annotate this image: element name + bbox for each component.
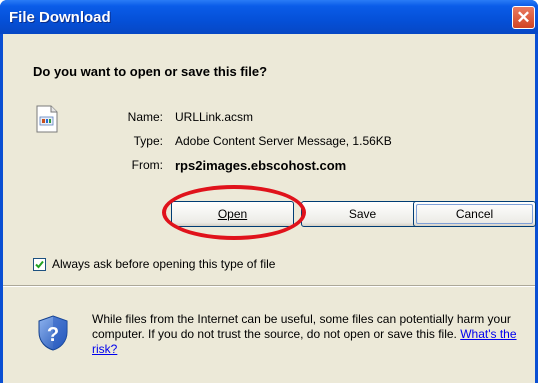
svg-text:?: ? [47, 324, 59, 346]
dialog-body: Do you want to open or save this file? N… [3, 34, 536, 383]
save-button[interactable]: Save [301, 201, 424, 227]
file-name-value: URLLink.acsm [175, 110, 254, 124]
close-button[interactable]: ✕ [512, 6, 535, 29]
save-button-label: Save [348, 207, 377, 221]
file-type-value: Adobe Content Server Message, 1.56KB [175, 134, 392, 148]
cancel-focus-border: Cancel [416, 204, 533, 224]
cancel-button[interactable]: Cancel [413, 201, 536, 227]
title-bar[interactable]: File Download ✕ [0, 0, 538, 34]
checkmark-icon [35, 260, 44, 269]
highlight-circle-annotation [162, 185, 306, 240]
file-icon [36, 105, 58, 133]
always-ask-checkbox[interactable] [33, 258, 46, 271]
window-title: File Download [9, 9, 111, 26]
security-warning: While files from the Internet can be use… [92, 312, 532, 357]
dialog-question: Do you want to open or save this file? [33, 64, 268, 79]
close-icon: ✕ [516, 8, 531, 27]
type-label: Type: [133, 134, 163, 148]
divider [3, 285, 535, 287]
cancel-button-label: Cancel [455, 207, 494, 221]
shield-question-icon: ? [38, 315, 68, 351]
always-ask-label[interactable]: Always ask before opening this type of f… [52, 257, 275, 271]
name-label: Name: [127, 110, 163, 124]
file-source-value: rps2images.ebscohost.com [175, 158, 347, 173]
file-download-window: File Download ✕ Do you want to open or s… [0, 0, 538, 383]
from-label: From: [131, 158, 163, 172]
warning-text: While files from the Internet can be use… [92, 312, 511, 341]
